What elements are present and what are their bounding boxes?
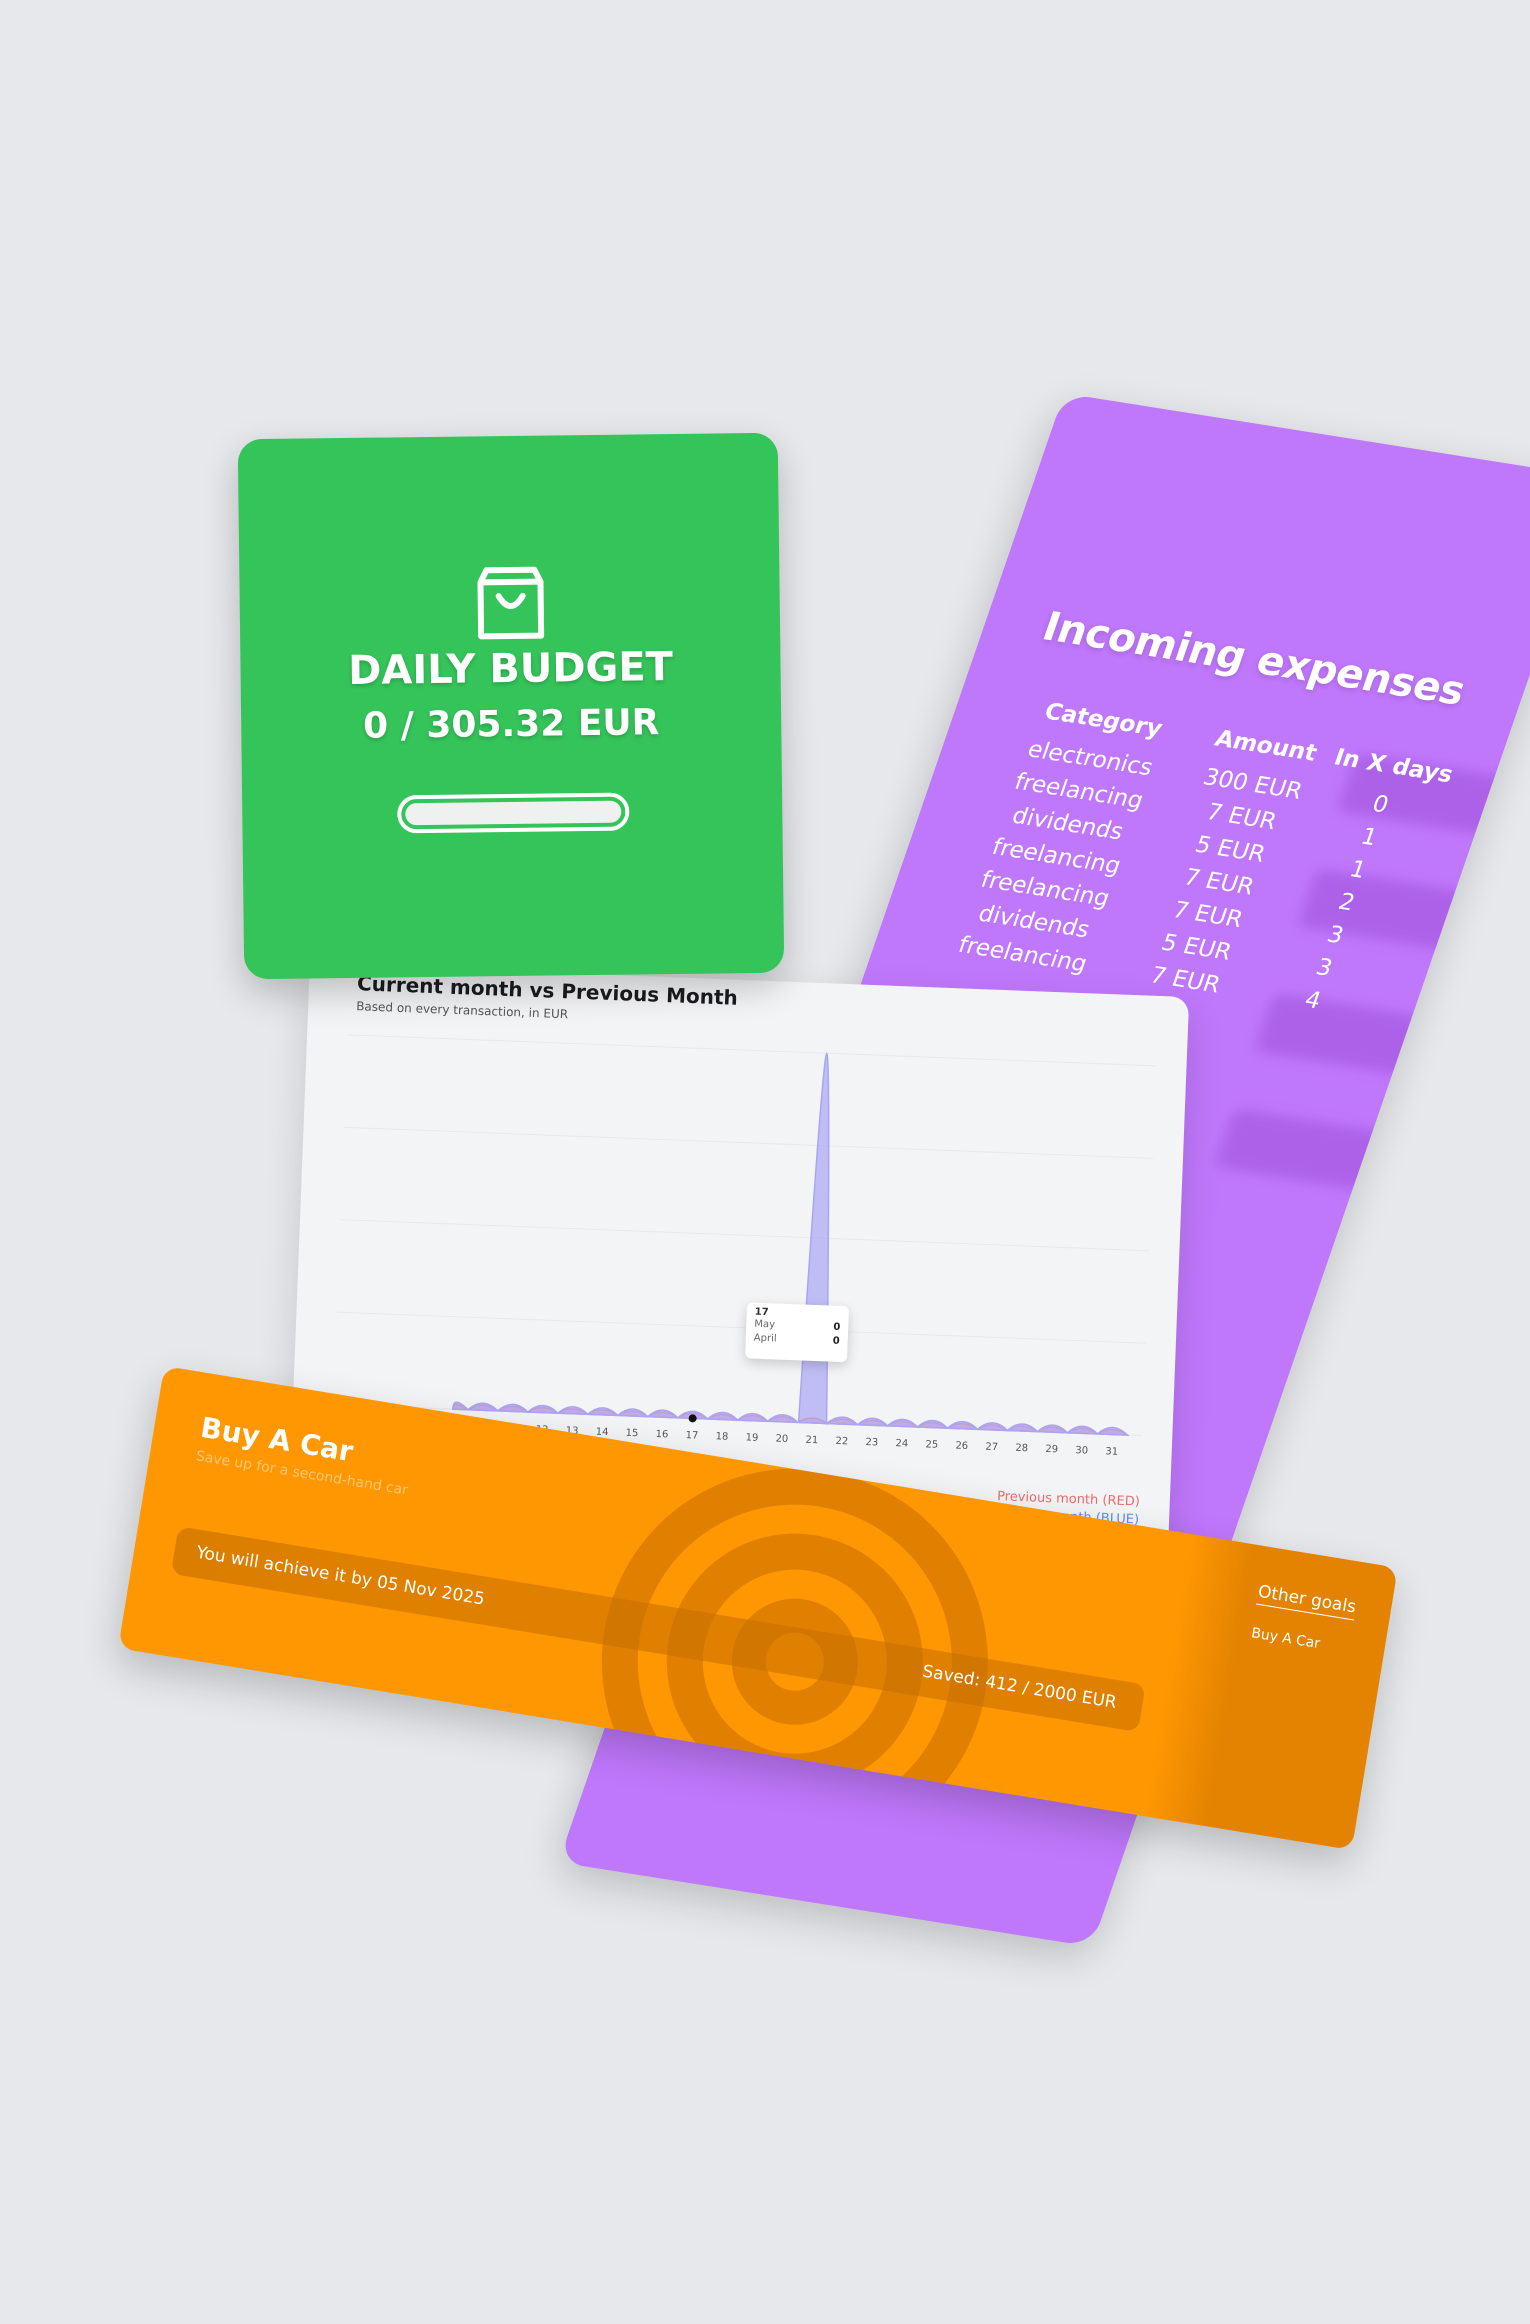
x-tick-label: 15 [625,1428,638,1439]
decorative-blur [1214,1108,1393,1192]
other-goals-panel: Other goals Buy A Car [1144,1533,1398,1851]
x-tick-label: 18 [715,1431,728,1442]
x-tick-label: 28 [1015,1443,1028,1454]
x-tick-label: 20 [775,1434,788,1445]
x-tick-label: 17 [685,1430,698,1441]
other-goals-link[interactable]: Other goals [1256,1581,1358,1621]
grid-line [347,1034,1157,1067]
daily-budget-amount: 0 / 305.32 EUR [362,702,660,747]
grid-line [336,1311,1146,1344]
x-tick-label: 16 [655,1429,668,1440]
expenses-table: Category Amount In X days electronics 30… [913,688,1469,1028]
x-tick-label: 29 [1045,1444,1058,1455]
shopping-bag-icon [477,566,545,640]
x-tick-label: 31 [1105,1446,1118,1457]
x-tick-label: 21 [805,1435,818,1446]
chart-tooltip: 17 May 0 April 0 [744,1302,850,1363]
x-tick-label: 24 [895,1438,908,1449]
grid-line [343,1126,1153,1159]
x-tick-label: 22 [835,1436,848,1447]
grid-line [340,1219,1150,1252]
x-tick-label: 27 [985,1442,998,1453]
progress-track [405,800,622,826]
x-tick-label: 30 [1075,1445,1088,1456]
tooltip-label: May [754,1318,776,1331]
tooltip-label: April [753,1332,777,1345]
tooltip-row: April 0 [753,1332,840,1349]
other-goal-item[interactable]: Buy A Car [1250,1625,1321,1652]
tooltip-value: 0 [833,1321,841,1333]
tooltip-value: 0 [832,1335,840,1347]
x-tick-label: 25 [925,1439,938,1450]
x-tick-label: 26 [955,1440,968,1451]
daily-budget-progress-bar [397,792,630,834]
daily-budget-card: DAILY BUDGET 0 / 305.32 EUR [237,432,785,980]
x-tick-label: 23 [865,1437,878,1448]
x-tick-label: 19 [745,1432,758,1443]
daily-budget-title: DAILY BUDGET [347,644,674,694]
